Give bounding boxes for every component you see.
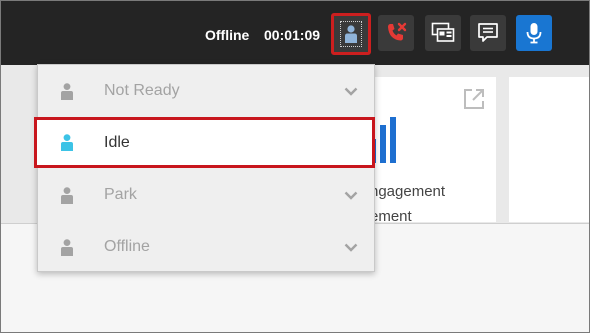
engagement-card[interactable]: ngagement ement xyxy=(356,77,496,225)
chat-icon xyxy=(478,23,498,42)
state-item-idle[interactable]: Idle xyxy=(34,117,375,168)
person-icon xyxy=(61,238,73,256)
end-call-button[interactable] xyxy=(378,15,414,51)
windows-icon xyxy=(431,22,455,42)
state-label: Not Ready xyxy=(104,82,180,99)
phone-hangup-icon xyxy=(388,22,407,41)
external-link-icon[interactable] xyxy=(462,87,486,111)
chevron-down-icon[interactable] xyxy=(344,87,358,96)
person-icon xyxy=(61,186,73,204)
agent-state-button[interactable] xyxy=(331,13,371,55)
agent-person-icon xyxy=(345,25,357,43)
blank-card[interactable] xyxy=(509,77,589,222)
status-timer: 00:01:09 xyxy=(264,27,321,43)
card-title-line1: ngagement xyxy=(370,183,446,200)
app-frame: Offline 00:01:09 ngagement ement Not Rea… xyxy=(0,0,590,333)
microphone-button[interactable] xyxy=(516,15,552,51)
state-item-park[interactable]: Park xyxy=(38,169,374,221)
chevron-down-icon[interactable] xyxy=(344,191,358,200)
person-icon xyxy=(61,134,73,151)
state-item-not-ready[interactable]: Not Ready xyxy=(38,65,374,117)
state-label: Offline xyxy=(104,238,150,255)
microphone-icon xyxy=(526,23,542,44)
state-label: Park xyxy=(104,186,137,203)
agent-status-text: Offline xyxy=(205,27,250,43)
chevron-down-icon[interactable] xyxy=(344,243,358,252)
state-label: Idle xyxy=(104,133,130,151)
person-icon xyxy=(61,82,73,100)
agent-state-dropdown: Not Ready Idle Park Offline xyxy=(34,64,375,273)
state-item-offline[interactable]: Offline xyxy=(38,221,374,273)
top-toolbar: Offline 00:01:09 xyxy=(1,1,589,65)
transfer-button[interactable] xyxy=(425,15,461,51)
chat-button[interactable] xyxy=(470,15,506,51)
